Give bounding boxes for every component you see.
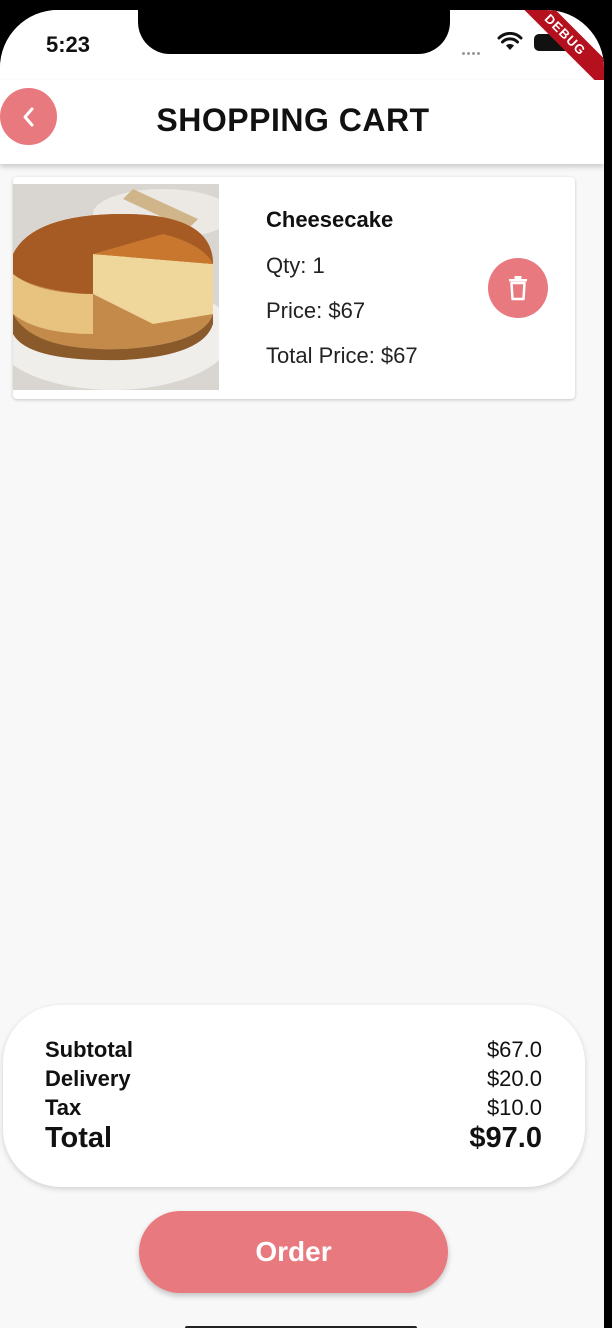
- signal-icon: [462, 42, 482, 60]
- phone-screen: 5:23 DEBUG SHOPPING CART Cheesecake Qty:…: [0, 10, 604, 1328]
- delivery-label: Delivery: [45, 1066, 131, 1091]
- total-label: Total: [45, 1122, 113, 1154]
- cart-item: Cheesecake Qty: 1 Price: $67 Total Price…: [13, 177, 575, 399]
- device-edge: [604, 0, 612, 1328]
- notch: [138, 10, 450, 54]
- delivery-row: Delivery $20.0: [45, 1066, 542, 1092]
- total-row: Total $97.0: [45, 1122, 542, 1155]
- wifi-icon: [497, 31, 523, 57]
- order-button[interactable]: Order: [139, 1211, 448, 1293]
- page-title: SHOPPING CART: [156, 102, 430, 138]
- order-summary: Subtotal $67.0 Delivery $20.0 Tax $10.0 …: [3, 1005, 585, 1187]
- status-time: 5:23: [46, 32, 91, 57]
- tax-label: Tax: [45, 1095, 82, 1120]
- subtotal-value: $67.0: [486, 1037, 542, 1062]
- trash-icon: [509, 276, 527, 301]
- item-total-price: Total Price: $67: [266, 343, 418, 368]
- item-quantity: Qty: 1: [266, 253, 325, 278]
- total-value: $97.0: [469, 1122, 542, 1154]
- tax-value: $10.0: [486, 1095, 542, 1120]
- delivery-value: $20.0: [486, 1066, 542, 1091]
- subtotal-label: Subtotal: [45, 1037, 133, 1062]
- tax-row: Tax $10.0: [45, 1095, 542, 1121]
- item-name: Cheesecake: [266, 207, 394, 232]
- subtotal-row: Subtotal $67.0: [45, 1037, 542, 1063]
- item-price: Price: $67: [266, 298, 366, 323]
- status-bar: 5:23 DEBUG: [0, 10, 604, 96]
- cheesecake-image: [13, 184, 219, 390]
- app-bar: SHOPPING CART: [0, 80, 604, 164]
- delete-item-button[interactable]: [488, 258, 548, 318]
